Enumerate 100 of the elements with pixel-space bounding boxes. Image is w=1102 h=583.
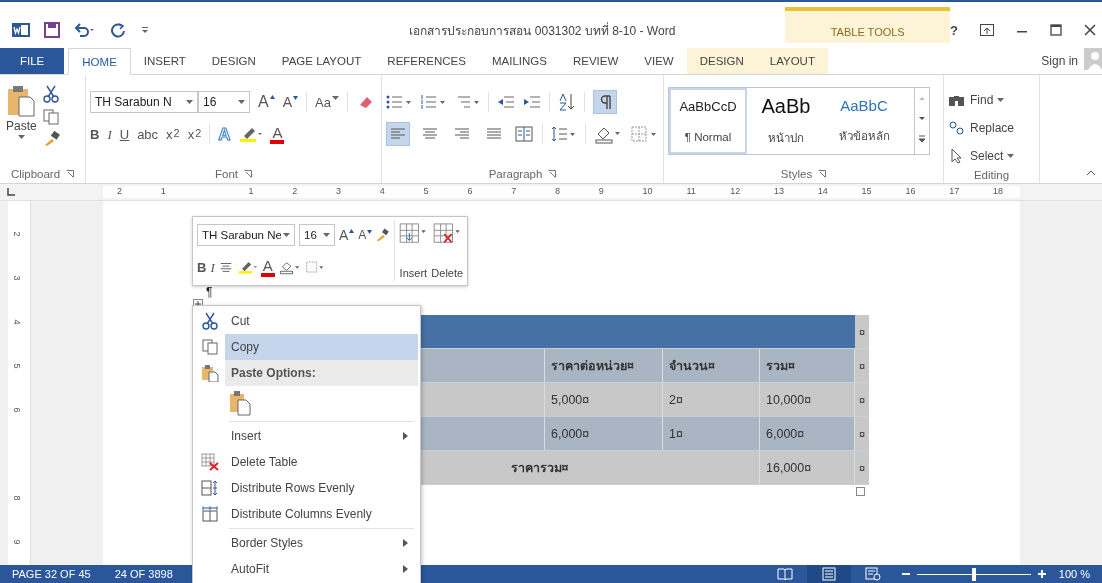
group-label: Paragraph <box>488 168 543 180</box>
table-resize-handle-icon[interactable] <box>856 487 865 496</box>
close-icon[interactable] <box>1084 24 1096 36</box>
scissors-icon[interactable] <box>42 85 59 103</box>
shading-icon[interactable] <box>278 259 301 275</box>
contextual-tab[interactable]: LAYOUT <box>756 48 828 74</box>
redo-icon[interactable] <box>110 22 126 38</box>
select-button[interactable]: Select <box>948 145 1035 167</box>
shrink-font-button[interactable]: A <box>358 229 373 241</box>
word-count[interactable]: 24 OF 3898 <box>102 568 185 580</box>
font-name-field[interactable]: TH Sarabun N <box>90 91 198 113</box>
ruler-number: 9 <box>598 186 604 196</box>
delete-table-button[interactable]: Delete <box>431 221 464 281</box>
ruler-number: 15 <box>861 186 872 196</box>
dialog-launcher-icon[interactable] <box>66 170 75 178</box>
scissors-icon <box>202 312 218 330</box>
contextual-tab[interactable]: DESIGN <box>686 48 757 74</box>
ruler-number: 6 <box>11 407 22 413</box>
ruler-number: 11 <box>686 186 696 196</box>
sign-in-link[interactable]: Sign in <box>1041 54 1078 68</box>
maximize-icon[interactable] <box>1050 24 1062 36</box>
grow-font-button[interactable]: A <box>258 94 275 110</box>
font-color-button[interactable]: A <box>260 257 275 277</box>
file-tab[interactable]: FILE <box>0 48 65 74</box>
submenu-arrow-icon <box>403 539 408 547</box>
font-size-field[interactable]: 16 <box>299 224 335 246</box>
collapse-ribbon-icon[interactable] <box>1086 169 1096 177</box>
ribbon-tab[interactable]: PAGE LAYOUT <box>268 48 375 74</box>
customize-toolbar-icon[interactable] <box>140 24 150 36</box>
style-item[interactable]: AaBbC หัวข้อหลัก <box>825 88 903 154</box>
zoom-slider-thumb[interactable] <box>971 567 976 581</box>
zoom-level[interactable]: 100 % <box>1052 568 1102 580</box>
copy-icon[interactable] <box>42 109 59 125</box>
menu-item[interactable]: Copy <box>225 334 418 360</box>
find-button[interactable]: Find <box>948 89 1035 111</box>
dialog-launcher-icon[interactable] <box>818 170 827 178</box>
paragraph-mark: ¶ <box>206 285 213 299</box>
italic-button[interactable]: I <box>210 260 215 274</box>
menu-item[interactable]: Border Styles <box>225 530 418 556</box>
group-label: Clipboard <box>10 168 61 180</box>
word-logo-icon[interactable] <box>12 22 30 38</box>
insert-table-button[interactable]: Insert <box>399 221 428 281</box>
text-effects-button[interactable]: A <box>218 125 231 143</box>
ribbon-tab[interactable]: HOME <box>68 48 131 75</box>
save-icon[interactable] <box>44 22 60 38</box>
decrease-indent-icon[interactable] <box>497 94 515 110</box>
align-center-icon[interactable] <box>218 260 233 274</box>
caret-icon <box>997 98 1005 102</box>
table-cell: ราคาต่อหน่วย¤ <box>545 349 663 382</box>
sort-icon[interactable] <box>558 93 576 111</box>
help-button[interactable]: ? <box>950 22 958 38</box>
bullets-icon[interactable] <box>386 94 412 110</box>
highlighter-icon[interactable] <box>236 259 257 275</box>
bold-button[interactable]: B <box>197 260 207 274</box>
page-count[interactable]: PAGE 32 OF 45 <box>0 568 103 580</box>
menu-item[interactable]: Insert <box>225 423 418 449</box>
font-name-field[interactable]: TH Sarabun Ne <box>197 224 295 246</box>
paste-button[interactable]: Paste <box>4 83 39 141</box>
ribbon-tab[interactable]: REVIEW <box>559 48 632 74</box>
up-arrow-icon <box>269 95 275 99</box>
undo-icon[interactable] <box>74 22 96 38</box>
highlighter-icon[interactable] <box>238 125 263 143</box>
ribbon-tab[interactable]: MAILINGS <box>478 48 560 74</box>
caret-icon <box>238 100 245 104</box>
dialog-launcher-icon[interactable] <box>244 170 252 178</box>
grow-font-button[interactable]: A <box>339 228 355 242</box>
style-item[interactable]: AaBbCcD ¶ Normal <box>669 88 747 154</box>
pilcrow-icon[interactable] <box>593 90 617 114</box>
increase-indent-icon[interactable] <box>523 94 541 110</box>
tab-selector-icon[interactable] <box>4 185 18 199</box>
submenu-arrow-icon <box>403 432 408 440</box>
format-button[interactable]: abc <box>137 127 159 141</box>
ribbon-tab[interactable]: REFERENCES <box>374 48 479 74</box>
menu-item[interactable]: AutoFit <box>225 556 418 582</box>
clipboard-icon <box>201 364 219 382</box>
ribbon-tab[interactable]: DESIGN <box>198 48 269 74</box>
print-view-button[interactable] <box>806 565 851 583</box>
caret-icon <box>331 95 339 100</box>
format-button[interactable]: I <box>107 127 112 141</box>
menu-item[interactable]: Distribute Columns Evenly <box>225 501 418 527</box>
style-item[interactable]: AaBb หน้าปก <box>747 88 825 154</box>
format-button[interactable]: x$^{2}$ <box>187 127 202 141</box>
ribbon-display-icon[interactable] <box>980 24 994 36</box>
font-size-field[interactable]: 16 <box>198 91 250 113</box>
font-color-button[interactable]: A <box>270 124 285 144</box>
shrink-font-button[interactable]: A <box>282 95 298 109</box>
zoom-in-icon[interactable] <box>1036 569 1047 579</box>
ribbon-tab[interactable]: VIEW <box>631 48 687 74</box>
paste-option-icon[interactable] <box>229 390 251 416</box>
menu-item[interactable]: Cut <box>225 308 418 334</box>
ribbon-tab[interactable]: INSERT <box>130 48 199 74</box>
line-spacing-icon[interactable] <box>551 125 577 143</box>
replace-button[interactable]: Replace <box>948 117 1035 139</box>
change-case-button[interactable]: Aa <box>315 95 339 109</box>
format-button[interactable]: B <box>90 127 100 141</box>
menu-item[interactable]: Delete Table <box>225 449 418 475</box>
format-button[interactable]: U <box>119 127 130 141</box>
book-icon <box>776 567 793 581</box>
format-painter-icon[interactable] <box>376 228 391 242</box>
dialog-launcher-icon[interactable] <box>548 170 557 178</box>
